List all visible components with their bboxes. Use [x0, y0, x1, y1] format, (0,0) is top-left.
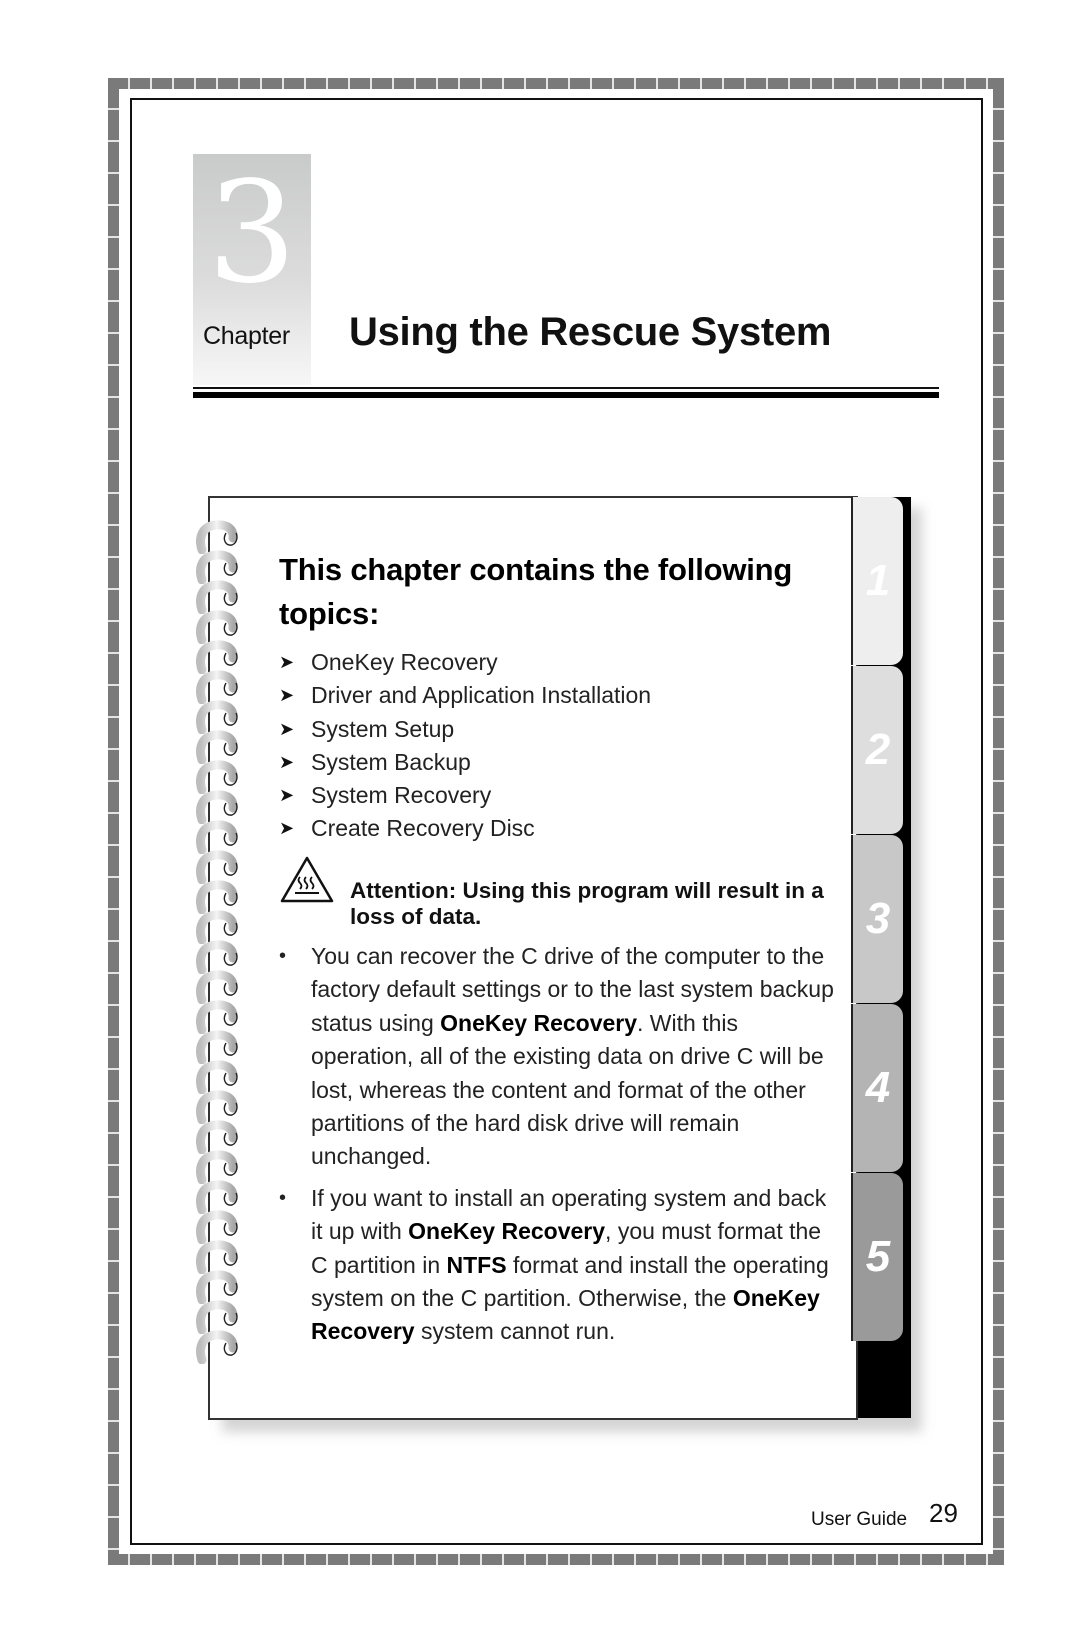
page-border-bottom	[108, 1554, 1004, 1565]
topic-item: ➤ System Backup	[279, 746, 651, 779]
chapter-tab-label: 3	[865, 894, 891, 943]
binder-ring-icon	[196, 1090, 242, 1124]
note-text-run: system cannot run.	[414, 1318, 616, 1345]
arrow-bullet-icon: ➤	[279, 785, 295, 806]
topic-item: ➤ System Recovery	[279, 779, 651, 812]
topic-label: System Recovery	[311, 782, 492, 809]
spiral-binding	[196, 520, 242, 1364]
arrow-bullet-icon: ➤	[279, 718, 295, 739]
page-title: Using the Rescue System	[349, 310, 832, 354]
binder-ring-icon	[196, 1270, 242, 1304]
binder-ring-icon	[196, 580, 242, 614]
binder-ring-icon	[196, 1120, 242, 1154]
chapter-tab-1[interactable]: 1	[851, 497, 903, 665]
arrow-bullet-icon: ➤	[279, 818, 295, 839]
topics-heading: This chapter contains the following topi…	[279, 552, 793, 631]
emphasis-term: OneKey Recovery	[408, 1218, 606, 1245]
binder-ring-icon	[196, 1180, 242, 1214]
binder-ring-icon	[196, 970, 242, 1004]
note-item: • You can recover the C drive of the comp…	[279, 940, 839, 1174]
binder-ring-icon	[196, 610, 242, 644]
binder-ring-icon	[196, 760, 242, 794]
arrow-bullet-icon: ➤	[279, 685, 295, 706]
binder-ring-icon	[196, 640, 242, 674]
binder-ring-icon	[196, 1300, 242, 1334]
title-rule-thick	[193, 392, 939, 398]
note-text: You can recover the C drive of the compu…	[311, 940, 839, 1174]
topic-item: ➤ Driver and Application Installation	[279, 679, 651, 712]
note-item: • If you want to install an operating sys…	[279, 1182, 839, 1349]
topic-label: OneKey Recovery	[311, 649, 498, 675]
chapter-tab-2[interactable]: 2	[851, 666, 903, 834]
binder-ring-icon	[196, 790, 242, 824]
chapter-tab-label: 4	[865, 1063, 891, 1112]
chapter-tab-label: 2	[865, 725, 891, 774]
emphasis-term: NTFS	[446, 1251, 507, 1278]
topics-list: ➤ OneKey Recovery ➤ Driver and Application …	[279, 646, 651, 846]
title-rule-thin	[193, 387, 939, 389]
note-text: If you want to install an operating syst…	[311, 1182, 839, 1349]
topic-label: System Setup	[311, 715, 455, 742]
page-border-left	[108, 78, 119, 1565]
arrow-bullet-icon: ➤	[279, 652, 295, 672]
chapter-tab-label: 5	[865, 1232, 891, 1281]
binder-ring-icon	[196, 520, 242, 554]
binder-ring-icon	[196, 850, 242, 884]
chapter-tab-3[interactable]: 3	[851, 835, 903, 1003]
page-number: 29	[929, 1498, 958, 1528]
binder-ring-icon	[196, 1210, 242, 1244]
binder-ring-icon	[196, 670, 242, 704]
chapter-tab-5[interactable]: 5	[851, 1173, 903, 1341]
chapter-tab-label: 1	[865, 556, 891, 605]
binder-ring-icon	[196, 1030, 242, 1064]
binder-ring-icon	[196, 910, 242, 944]
topic-label: System Backup	[311, 748, 471, 775]
topic-item: ➤ System Setup	[279, 713, 651, 746]
topic-label: Driver and Application Installation	[311, 682, 652, 709]
attention-notice: Attention: Using this program will resul…	[279, 855, 839, 930]
page-border-top	[108, 78, 1004, 89]
topic-item: ➤ Create Recovery Disc	[279, 812, 651, 845]
arrow-bullet-icon: ➤	[279, 751, 295, 772]
bullet-dot-icon: •	[279, 945, 287, 967]
chapter-number: 3	[207, 152, 297, 315]
binder-ring-icon	[196, 1330, 242, 1364]
binder-ring-icon	[196, 820, 242, 854]
binder-ring-icon	[196, 1150, 242, 1184]
topic-item: ➤ OneKey Recovery	[279, 646, 651, 679]
footer-label: User Guide	[811, 1509, 908, 1530]
binder-ring-icon	[196, 730, 242, 764]
binder-ring-icon	[196, 1240, 242, 1274]
chapter-tab-4[interactable]: 4	[851, 1004, 903, 1172]
attention-text: Attention: Using this program will resul…	[350, 878, 824, 929]
chapter-label: Chapter	[203, 322, 290, 350]
binder-ring-icon	[196, 940, 242, 974]
hot-surface-warning-icon	[279, 855, 350, 930]
emphasis-term: OneKey Recovery	[440, 1009, 638, 1036]
topic-label: Create Recovery Disc	[311, 815, 535, 842]
binder-ring-icon	[196, 700, 242, 734]
notes-list: • You can recover the C drive of the comp…	[279, 940, 839, 1357]
page-border-right	[993, 78, 1004, 1565]
bullet-dot-icon: •	[279, 1186, 287, 1209]
binder-ring-icon	[196, 1000, 242, 1034]
binder-ring-icon	[196, 550, 242, 584]
binder-ring-icon	[196, 1060, 242, 1094]
binder-ring-icon	[196, 880, 242, 914]
